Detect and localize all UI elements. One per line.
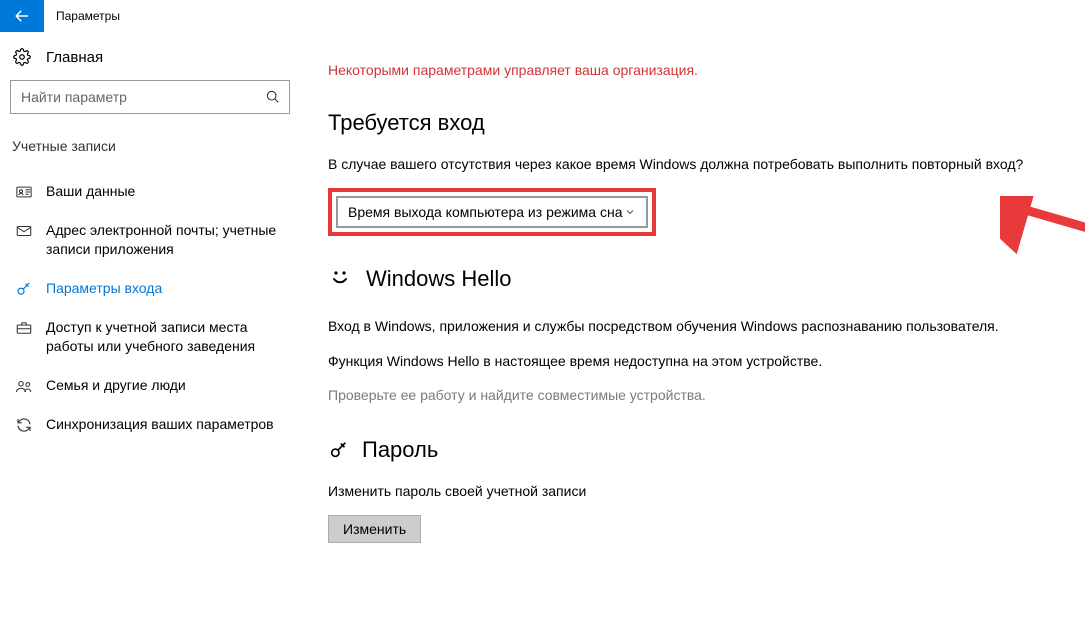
arrow-left-icon [13, 7, 31, 25]
org-managed-notice: Некоторыми параметрами управляет ваша ор… [328, 62, 1075, 78]
sidebar: Главная Учетные записи Ваши данные Адрес… [0, 32, 300, 620]
section-heading-hello: Windows Hello [366, 266, 512, 292]
sidebar-home[interactable]: Главная [10, 40, 290, 80]
hello-desc-2: Функция Windows Hello в настоящее время … [328, 351, 1075, 371]
key-icon [328, 439, 350, 461]
smiley-icon [328, 264, 352, 294]
briefcase-icon [14, 319, 34, 337]
section-heading-signin: Требуется вход [328, 110, 1075, 136]
search-icon [265, 89, 281, 105]
change-password-button[interactable]: Изменить [328, 515, 421, 543]
sidebar-section-label: Учетные записи [10, 138, 290, 154]
main-content: Некоторыми параметрами управляет ваша ор… [300, 32, 1085, 620]
sidebar-item-label: Синхронизация ваших параметров [46, 415, 286, 434]
key-icon [14, 280, 34, 298]
sidebar-item-label: Семья и другие люди [46, 376, 286, 395]
section-heading-password: Пароль [362, 437, 438, 463]
gear-icon [12, 48, 32, 66]
hello-desc-3: Проверьте ее работу и найдите совместимы… [328, 385, 1075, 405]
back-button[interactable] [0, 0, 44, 32]
sidebar-item-your-info[interactable]: Ваши данные [10, 172, 290, 211]
titlebar: Параметры [0, 0, 1085, 32]
signin-description: В случае вашего отсутствия через какое в… [328, 154, 1075, 174]
sidebar-item-sync[interactable]: Синхронизация ваших параметров [10, 405, 290, 444]
search-field[interactable] [21, 89, 265, 105]
sidebar-item-family[interactable]: Семья и другие люди [10, 366, 290, 405]
sync-icon [14, 416, 34, 434]
annotation-arrow-icon [1000, 196, 1085, 256]
sidebar-item-label: Адрес электронной почты; учетные записи … [46, 221, 286, 259]
dropdown-value: Время выхода компьютера из режима сна [348, 204, 624, 220]
sidebar-item-label: Доступ к учетной записи места работы или… [46, 318, 286, 356]
search-input[interactable] [10, 80, 290, 114]
window-title: Параметры [56, 9, 120, 23]
sidebar-item-label: Параметры входа [46, 279, 286, 298]
mail-icon [14, 222, 34, 240]
people-icon [14, 377, 34, 395]
signin-timeout-dropdown[interactable]: Время выхода компьютера из режима сна [336, 196, 648, 228]
chevron-down-icon [624, 206, 636, 218]
sidebar-item-label: Ваши данные [46, 182, 286, 201]
sidebar-item-email-accounts[interactable]: Адрес электронной почты; учетные записи … [10, 211, 290, 269]
sidebar-item-signin-options[interactable]: Параметры входа [10, 269, 290, 308]
hello-desc-1: Вход в Windows, приложения и службы поср… [328, 316, 1075, 336]
sidebar-item-work-access[interactable]: Доступ к учетной записи места работы или… [10, 308, 290, 366]
id-card-icon [14, 183, 34, 201]
sidebar-home-label: Главная [46, 49, 103, 66]
password-desc: Изменить пароль своей учетной записи [328, 481, 1075, 501]
highlight-box: Время выхода компьютера из режима сна [328, 188, 656, 236]
